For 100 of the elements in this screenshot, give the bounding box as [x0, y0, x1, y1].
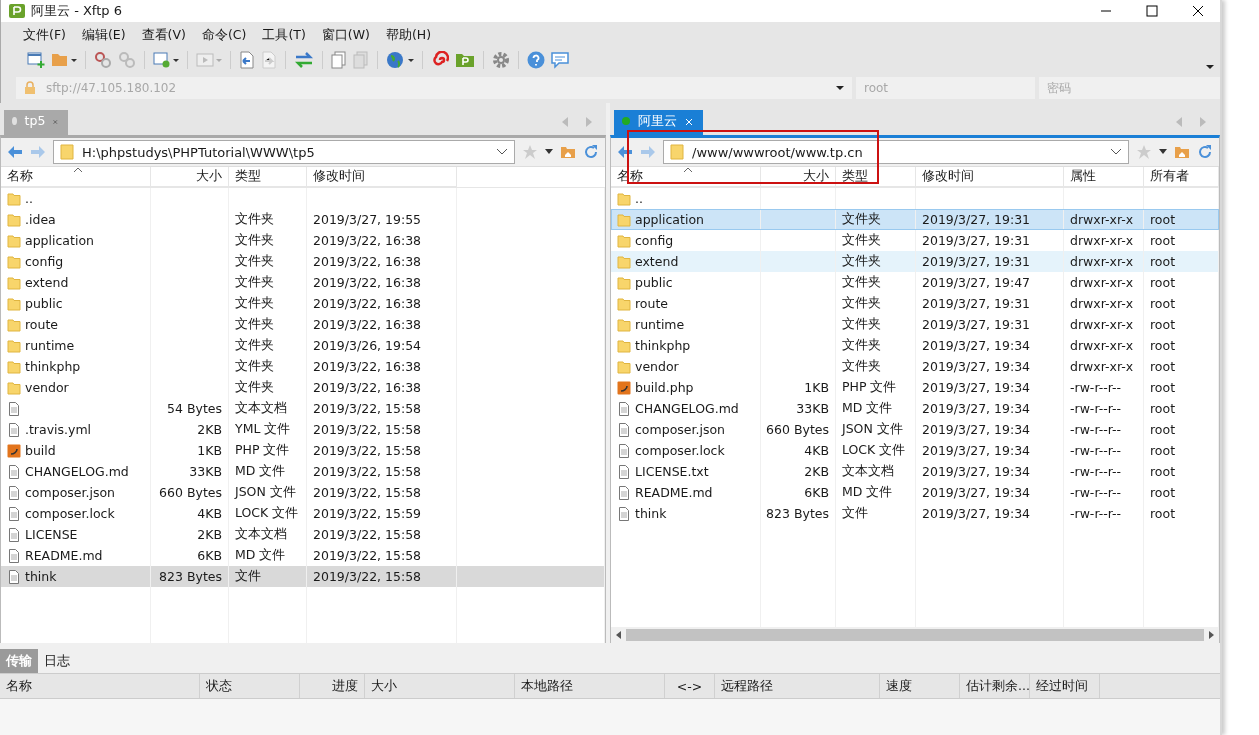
file-name: vendor [635, 359, 679, 374]
file-row[interactable]: build 1KB PHP 文件 2019/3/22, 15:58 [1, 440, 605, 461]
file-row[interactable]: LICENSE 2KB 文本文档 2019/3/22, 15:58 [1, 524, 605, 545]
file-row[interactable]: LICENSE.txt 2KB 文本文档 2019/3/27, 19:34 -rw-r--r-- root [611, 461, 1219, 482]
column-header[interactable]: 估计剩余... [960, 674, 1030, 698]
column-header[interactable]: 大小 [151, 167, 229, 187]
table-cell: 文件夹 [842, 358, 881, 375]
column-header[interactable]: 所有者 [1144, 167, 1219, 187]
file-row[interactable]: application 文件夹 2019/3/27, 19:31 drwxr-xr-x root [611, 209, 1219, 230]
column-header[interactable]: 属性 [1064, 167, 1144, 187]
file-row[interactable]: .. [1, 188, 605, 209]
table-cell: 823 Bytes [159, 569, 222, 584]
table-cell: root [1150, 275, 1176, 290]
file-row[interactable]: public 文件夹 2019/3/22, 16:38 [1, 293, 605, 314]
column-header[interactable]: 名称 [0, 674, 200, 698]
table-cell: 2KB [197, 422, 222, 437]
file-name: README.md [635, 485, 713, 500]
file-row[interactable]: public 文件夹 2019/3/27, 19:47 drwxr-xr-x root [611, 272, 1219, 293]
menu-item[interactable]: 工具(T) [254, 27, 314, 44]
table-cell: 文件夹 [235, 253, 274, 270]
file-name: vendor [25, 380, 69, 395]
address-field[interactable]: sftp://47.105.180.102 [16, 77, 852, 99]
file-name: LICENSE.txt [635, 464, 709, 479]
table-cell: drwxr-xr-x [1070, 317, 1134, 332]
table-cell: LOCK 文件 [235, 505, 299, 522]
table-cell: 2019/3/22, 16:38 [313, 317, 422, 332]
table-cell: 2019/3/22, 15:59 [313, 506, 422, 521]
file-row[interactable]: 54 Bytes 文本文档 2019/3/22, 15:58 [1, 398, 605, 419]
file-row[interactable]: route 文件夹 2019/3/27, 19:31 drwxr-xr-x root [611, 293, 1219, 314]
menu-item[interactable]: 文件(F) [15, 27, 74, 44]
file-name: public [635, 275, 673, 290]
file-row[interactable]: README.md 6KB MD 文件 2019/3/27, 19:34 -rw-r--r-- root [611, 482, 1219, 503]
column-header[interactable]: 类型 [229, 167, 307, 187]
file-row[interactable]: think 823 Bytes 文件 2019/3/22, 15:58 [1, 566, 605, 587]
file-name: runtime [635, 317, 685, 332]
file-row[interactable]: composer.lock 4KB LOCK 文件 2019/3/22, 15:59 [1, 503, 605, 524]
table-cell: -rw-r--r-- [1070, 464, 1122, 479]
password-field[interactable]: 密码 [1039, 77, 1220, 99]
menu-item[interactable]: 编辑(E) [73, 27, 134, 44]
file-row[interactable]: CHANGELOG.md 33KB MD 文件 2019/3/27, 19:34 -rw-r--r-- root [611, 398, 1219, 419]
table-cell: root [1150, 506, 1176, 521]
file-row[interactable]: runtime 文件夹 2019/3/26, 19:54 [1, 335, 605, 356]
file-row[interactable]: vendor 文件夹 2019/3/27, 19:34 drwxr-xr-x root [611, 356, 1219, 377]
table-cell: -rw-r--r-- [1070, 506, 1122, 521]
column-header[interactable]: 状态 [200, 674, 300, 698]
file-row[interactable]: composer.json 660 Bytes JSON 文件 2019/3/22, 15:58 [1, 482, 605, 503]
file-row[interactable]: config 文件夹 2019/3/22, 16:38 [1, 251, 605, 272]
column-header[interactable]: 类型 [836, 167, 916, 187]
menu-item[interactable]: 窗口(W) [313, 27, 378, 44]
file-row[interactable]: composer.lock 4KB LOCK 文件 2019/3/27, 19:34 -rw-r--r-- root [611, 440, 1219, 461]
file-row[interactable]: runtime 文件夹 2019/3/27, 19:31 drwxr-xr-x root [611, 314, 1219, 335]
file-row[interactable]: extend 文件夹 2019/3/27, 19:31 drwxr-xr-x root [611, 251, 1219, 272]
column-header[interactable]: 名称 [1, 167, 151, 187]
username-field[interactable]: root [856, 77, 1035, 99]
table-cell: 2019/3/22, 15:58 [313, 527, 422, 542]
table-cell: root [1150, 380, 1176, 395]
table-cell: 2019/3/22, 16:38 [313, 275, 422, 290]
file-name: CHANGELOG.md [635, 401, 739, 416]
column-header[interactable]: 经过时间 [1030, 674, 1100, 698]
column-header[interactable]: 进度 [300, 674, 365, 698]
file-row[interactable]: .idea 文件夹 2019/3/27, 19:55 [1, 209, 605, 230]
column-header[interactable]: 本地路径 [515, 674, 665, 698]
column-header[interactable]: 远程路径 [715, 674, 880, 698]
table-cell: 文件夹 [842, 337, 881, 354]
file-row[interactable]: application 文件夹 2019/3/22, 16:38 [1, 230, 605, 251]
file-row[interactable]: think 823 Bytes 文件 2019/3/27, 19:34 -rw-r--r-- root [611, 503, 1219, 524]
table-cell: 2019/3/27, 19:34 [922, 443, 1031, 458]
file-row[interactable]: extend 文件夹 2019/3/22, 16:38 [1, 272, 605, 293]
file-name: extend [25, 275, 69, 290]
panel-tab[interactable]: 日志 [38, 649, 76, 673]
session-tab[interactable]: 阿里云 [614, 110, 703, 135]
table-cell: 2019/3/27, 19:31 [922, 317, 1031, 332]
path-field[interactable]: H:\phpstudys\PHPTutorial\WWW\tp5 [53, 140, 515, 164]
file-row[interactable]: CHANGELOG.md 33KB MD 文件 2019/3/22, 15:58 [1, 461, 605, 482]
table-cell: 2019/3/27, 19:34 [922, 485, 1031, 500]
file-row[interactable]: .travis.yml 2KB YML 文件 2019/3/22, 15:58 [1, 419, 605, 440]
table-cell: 2019/3/22, 15:58 [313, 443, 422, 458]
table-cell: 文件夹 [235, 358, 274, 375]
file-row[interactable]: build.php 1KB PHP 文件 2019/3/27, 19:34 -rw-r--r-- root [611, 377, 1219, 398]
menu-item[interactable]: 查看(V) [133, 27, 194, 44]
file-row[interactable]: thinkphp 文件夹 2019/3/27, 19:34 drwxr-xr-x root [611, 335, 1219, 356]
table-cell: 文件夹 [235, 274, 274, 291]
column-header[interactable]: 大小 [365, 674, 515, 698]
column-header[interactable]: <-> [665, 674, 715, 698]
file-row[interactable]: route 文件夹 2019/3/22, 16:38 [1, 314, 605, 335]
menu-item[interactable]: 帮助(H) [377, 27, 440, 44]
table-cell: drwxr-xr-x [1070, 296, 1134, 311]
menu-item[interactable]: 命令(C) [193, 27, 255, 44]
address-input[interactable]: sftp://47.105.180.102 [44, 80, 828, 96]
column-header[interactable]: 大小 [761, 167, 836, 187]
path-field[interactable]: /www/wwwroot/www.tp.cn [663, 140, 1129, 164]
file-row[interactable]: thinkphp 文件夹 2019/3/22, 16:38 [1, 356, 605, 377]
column-header[interactable]: 修改时间 [307, 167, 457, 187]
column-header[interactable]: 速度 [880, 674, 960, 698]
file-row[interactable]: vendor 文件夹 2019/3/22, 16:38 [1, 377, 605, 398]
column-header[interactable]: 修改时间 [916, 167, 1064, 187]
file-name: thinkphp [25, 359, 81, 374]
table-cell: 2019/3/27, 19:34 [922, 506, 1031, 521]
table-cell: root [1150, 317, 1176, 332]
file-row[interactable]: composer.json 660 Bytes JSON 文件 2019/3/27, 19:34 -rw-r--r-- root [611, 419, 1219, 440]
